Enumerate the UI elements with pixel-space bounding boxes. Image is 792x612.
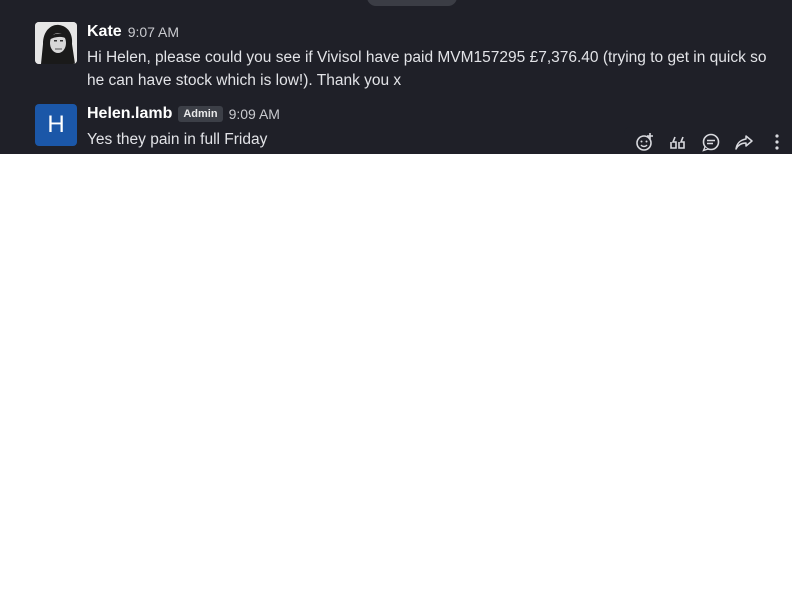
author-name[interactable]: Kate — [87, 23, 122, 41]
reply-thread-button[interactable] — [698, 129, 724, 154]
message-time[interactable]: 9:09 AM — [229, 106, 280, 122]
more-options-icon — [775, 134, 779, 150]
message-hover-actions — [624, 127, 792, 154]
message-time[interactable]: 9:07 AM — [128, 24, 179, 40]
share-icon — [735, 135, 753, 150]
chat-panel: Kate 9:07 AM Hi Helen, please could you … — [0, 0, 792, 154]
profile-photo-icon — [35, 22, 77, 64]
message-kate[interactable]: Kate 9:07 AM Hi Helen, please could you … — [0, 20, 792, 92]
reply-thread-icon — [702, 133, 720, 152]
message-header: Kate 9:07 AM — [87, 22, 179, 42]
avatar-letter: H — [47, 111, 65, 138]
add-reaction-icon — [636, 133, 653, 151]
admin-badge: Admin — [178, 106, 223, 122]
author-name[interactable]: Helen.lamb — [87, 105, 172, 123]
avatar[interactable]: H — [35, 104, 77, 146]
share-button[interactable] — [731, 129, 757, 154]
more-options-button[interactable] — [764, 129, 790, 154]
quote-button[interactable] — [665, 129, 691, 154]
date-divider-pill[interactable] — [367, 0, 457, 6]
quote-icon — [670, 136, 685, 149]
add-reaction-button[interactable] — [632, 129, 658, 154]
message-text: Hi Helen, please could you see if Viviso… — [87, 49, 767, 89]
avatar[interactable] — [35, 22, 77, 64]
message-header: Helen.lamb Admin 9:09 AM — [87, 104, 280, 124]
